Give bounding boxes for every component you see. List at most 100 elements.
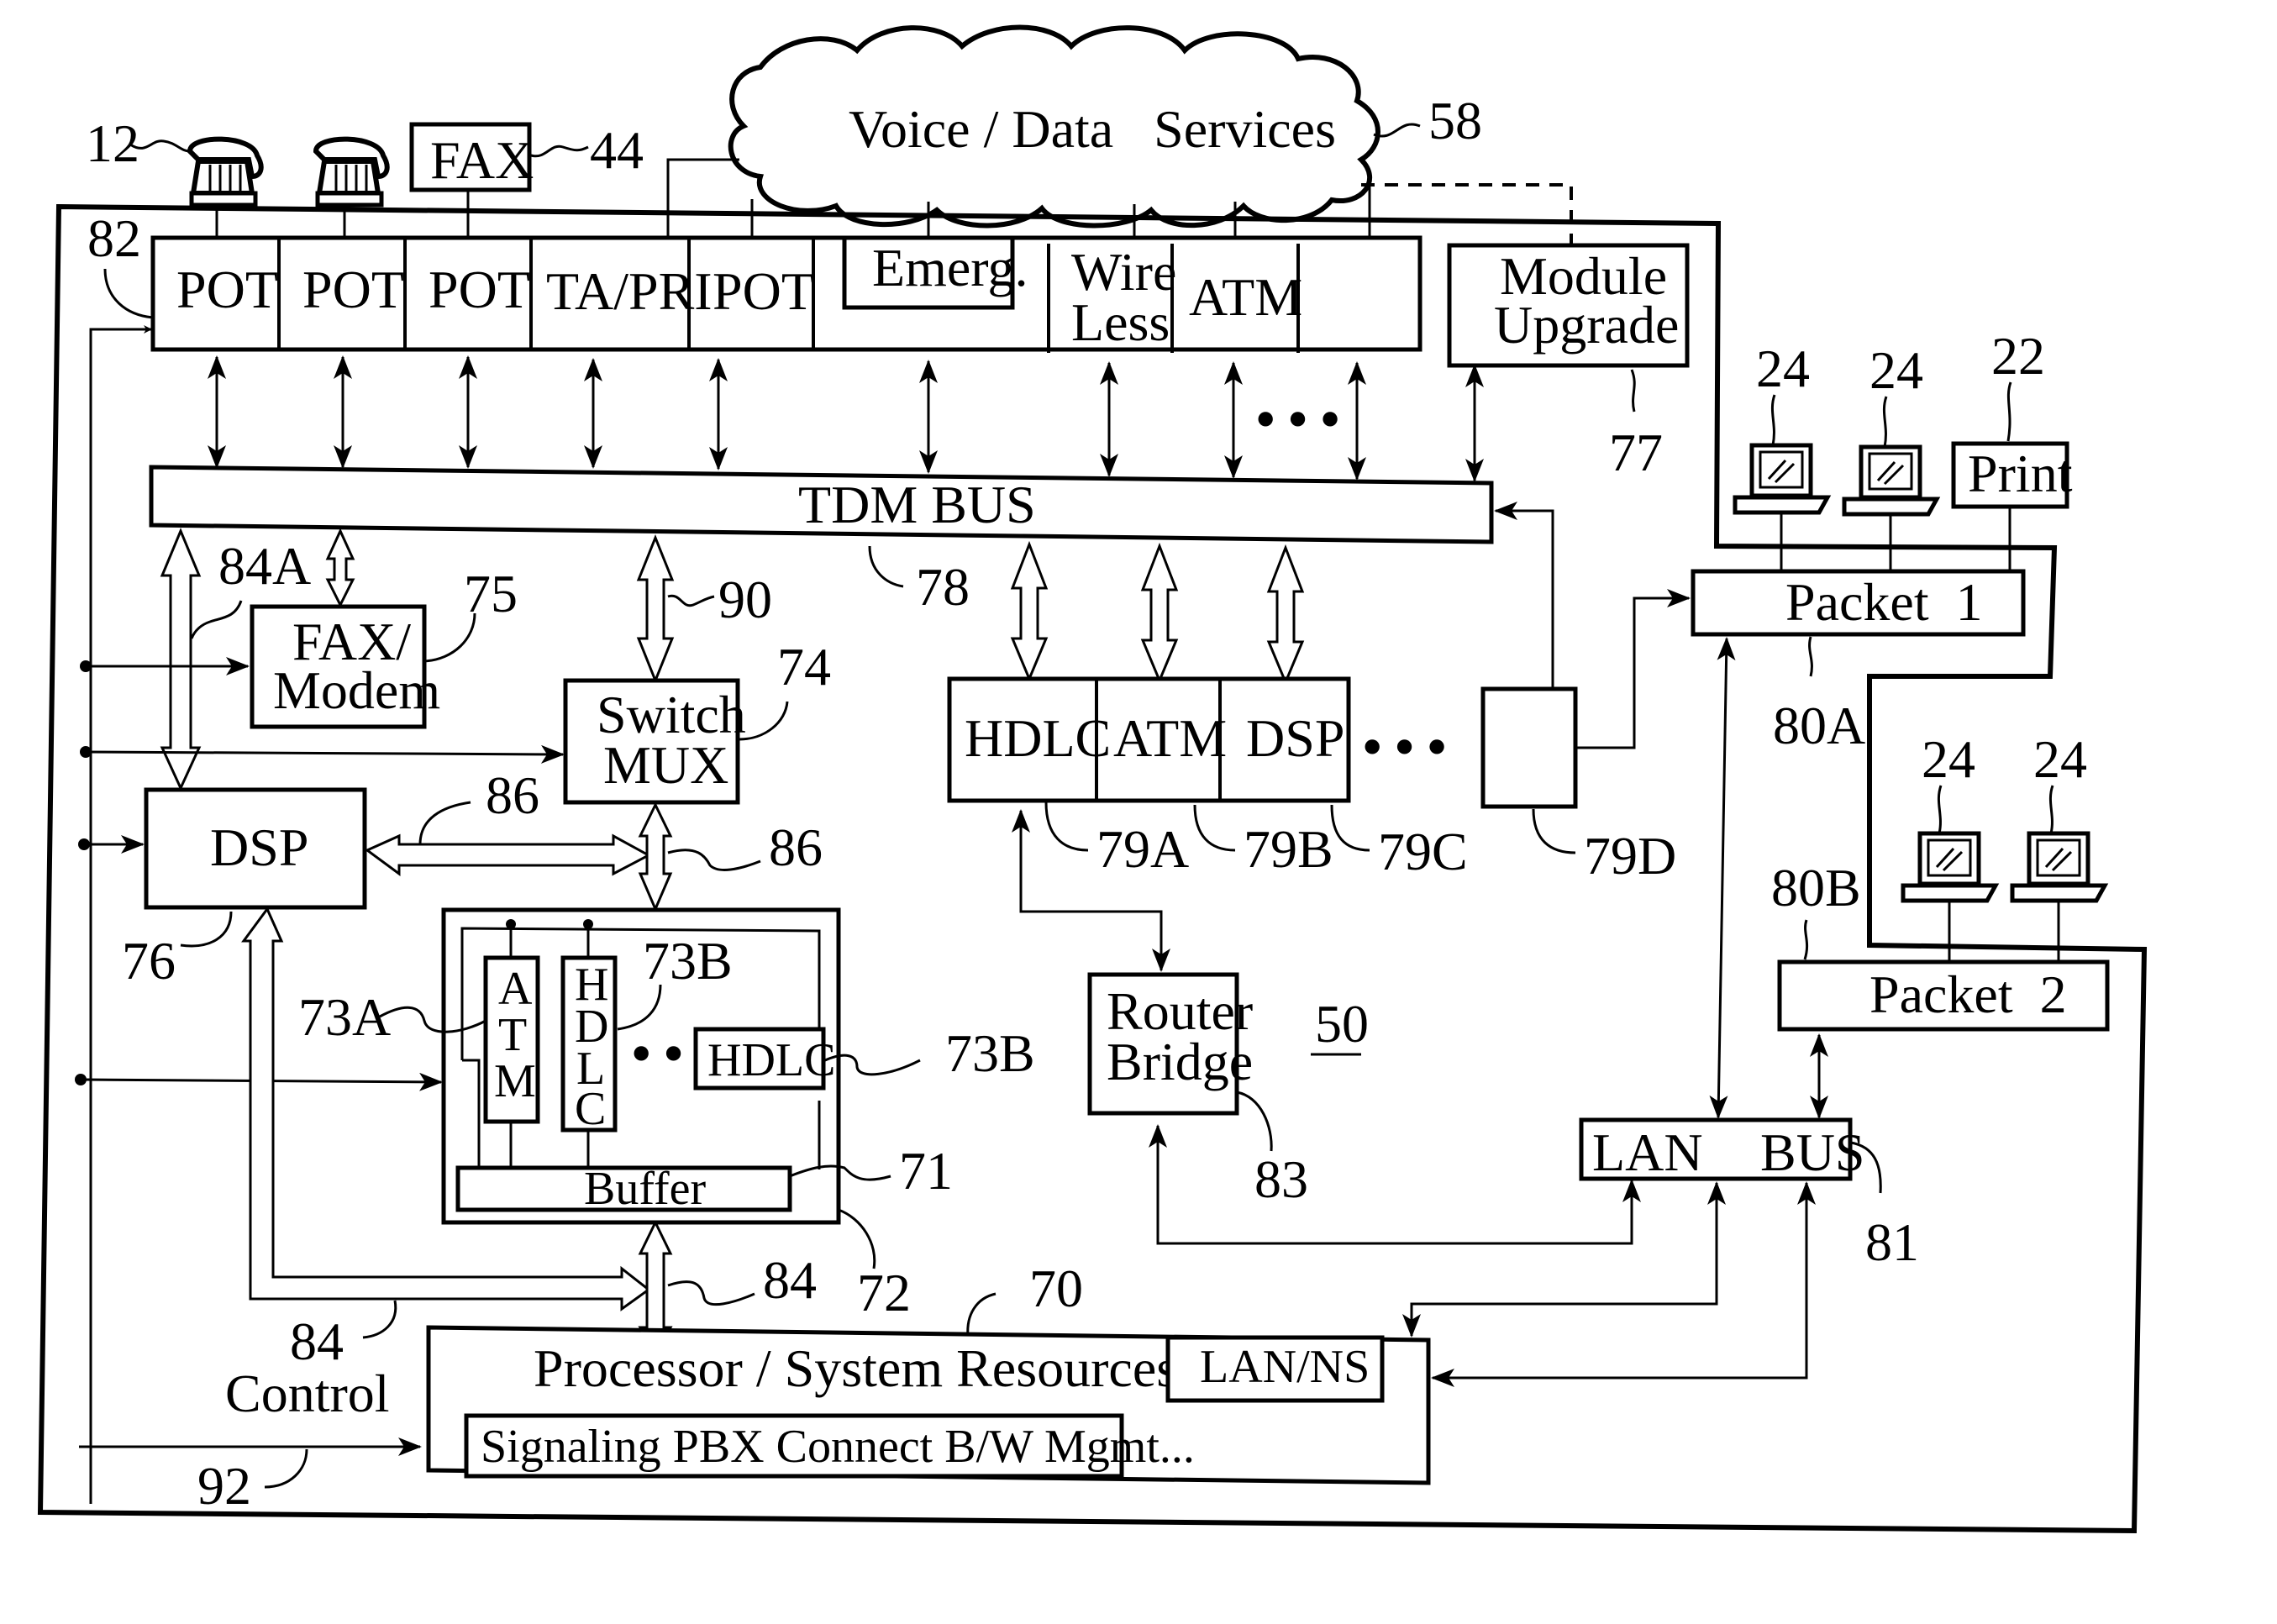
lan-to-packet1: [1709, 637, 1736, 1119]
svg-text:Print: Print: [1968, 444, 2073, 503]
ref-74-leader: [739, 701, 789, 741]
ref-80b-leader: [1803, 919, 1809, 960]
svg-text:LAN/NS: LAN/NS: [1200, 1341, 1370, 1393]
signaling-pbx-module[interactable]: Signaling PBX Connect B/W Mgmt...: [464, 1413, 1195, 1479]
router-to-lan: [1149, 1124, 1641, 1245]
telephone-icon: [313, 136, 390, 208]
ref-24-leader: [2048, 785, 2054, 834]
module-79d[interactable]: [1480, 686, 1578, 809]
bus-to-processor: [1431, 1181, 1816, 1387]
lan-bus[interactable]: LAN BUS: [1579, 1117, 1865, 1182]
fax-label: FAX: [430, 130, 534, 190]
svg-text:Modem: Modem: [273, 660, 440, 720]
module-pot-3[interactable]: POT: [429, 260, 530, 319]
buffer[interactable]: Buffer: [455, 1163, 792, 1215]
ref-73b-1: 73B: [643, 931, 733, 991]
lan-ns-module[interactable]: LAN/NS: [1165, 1335, 1385, 1403]
svg-text:C: C: [575, 1083, 606, 1135]
cloud-label: Voice / Data Services: [849, 99, 1336, 159]
module-empty-slot[interactable]: [1302, 245, 1416, 346]
ref-79c-leader: [1330, 804, 1370, 852]
ref-58: 58: [1428, 91, 1482, 150]
ref-90: 90: [718, 570, 772, 629]
ref-24: 24: [2033, 729, 2087, 789]
module-dsp-79c[interactable]: DSP: [1246, 708, 1344, 768]
tdm-bus: TDM BUS: [149, 465, 1494, 544]
ref-24: 24: [1756, 339, 1810, 398]
dsp-block[interactable]: DSP: [144, 787, 367, 910]
hdlc-box-module[interactable]: HDLC: [693, 1027, 835, 1091]
switch-mux[interactable]: Switch MUX: [563, 678, 746, 805]
module-atm[interactable]: ATM: [1189, 267, 1302, 327]
module-pot-4[interactable]: POT: [713, 261, 814, 321]
module-atm-79b[interactable]: ATM: [1113, 708, 1227, 768]
ref-77: 77: [1609, 423, 1663, 482]
fax-modem[interactable]: FAX/ Modem: [250, 604, 440, 729]
control-to-modules: [89, 325, 152, 1504]
printer[interactable]: Print: [1951, 441, 2073, 509]
module-pot-2[interactable]: POT: [302, 260, 404, 319]
ref-24: 24: [1922, 729, 1975, 789]
ref-92: 92: [197, 1456, 251, 1516]
ref-90-leader: [667, 594, 715, 607]
ref-84c: 84: [290, 1311, 344, 1371]
ref-44-leader: [530, 145, 589, 158]
svg-text:T: T: [498, 1009, 527, 1061]
atm-cell-module[interactable]: A T M: [483, 955, 540, 1124]
packet-2[interactable]: Packet 2: [1777, 959, 2110, 1032]
svg-text:LAN: LAN: [1592, 1122, 1703, 1182]
module-ta-pri[interactable]: TA/PRI: [546, 261, 713, 321]
ref-79c: 79C: [1378, 822, 1468, 881]
ref-86b-leader: [667, 849, 761, 871]
ref-79d-leader: [1532, 808, 1576, 854]
cell-dots: • •: [632, 1023, 683, 1083]
ref-79b: 79B: [1244, 819, 1333, 879]
ref-80a-leader: [1808, 636, 1813, 677]
svg-text:BUS: BUS: [1760, 1122, 1865, 1182]
ref-92-leader: [264, 1448, 308, 1489]
svg-text:Bridge: Bridge: [1107, 1032, 1253, 1091]
ref-77-leader: [1630, 369, 1636, 413]
svg-text:POT: POT: [713, 261, 814, 321]
ref-83: 83: [1254, 1149, 1308, 1209]
ref-24-leader: [1770, 394, 1776, 446]
ref-83-leader: [1236, 1091, 1273, 1152]
ref-86a-leader: [418, 801, 471, 845]
ref-44: 44: [590, 120, 644, 180]
tdm-to-dsp-fat-arrow: [1266, 544, 1305, 686]
svg-text:A: A: [498, 963, 533, 1015]
telecom-system-diagram: Voice / Data Services 58 12 FAX 44 82 PO…: [37, 24, 2148, 1534]
ref-79b-leader: [1193, 804, 1236, 852]
module-upgrade[interactable]: Module Upgrade: [1447, 243, 1690, 368]
ref-78: 78: [916, 557, 970, 617]
workstation-icon: [1901, 831, 2000, 962]
ref-75: 75: [464, 564, 518, 623]
ref-71: 71: [899, 1141, 953, 1201]
svg-text:Packet 2: Packet 2: [1869, 964, 2067, 1024]
voice-data-services-cloud: Voice / Data Services: [728, 24, 1380, 229]
bus-86-horizontal: [365, 833, 652, 876]
ref-24: 24: [1869, 340, 1923, 400]
ref-22-leader: [2006, 381, 2012, 442]
module-wireless[interactable]: Wire Less: [1071, 242, 1176, 352]
router-bridge[interactable]: Router Bridge: [1087, 972, 1253, 1116]
svg-text:ATM: ATM: [1113, 708, 1227, 768]
packet-1[interactable]: Packet 1: [1691, 569, 2026, 637]
svg-text:MUX: MUX: [603, 735, 728, 795]
workstation-icon: [2010, 831, 2109, 962]
module-emergency[interactable]: Emerg.: [872, 238, 1028, 297]
ref-72: 72: [857, 1263, 911, 1322]
ref-84c-leader: [362, 1300, 397, 1339]
ref-84a: 84A: [218, 536, 311, 596]
ref-81: 81: [1865, 1212, 1919, 1272]
svg-text:Signaling PBX Connect B/W Mgmt: Signaling PBX Connect B/W Mgmt...: [481, 1421, 1195, 1473]
hdlc-vertical-module[interactable]: H D L C: [560, 955, 618, 1135]
ref-86a: 86: [486, 765, 539, 825]
svg-text:M: M: [494, 1055, 536, 1107]
ref-58-leader: [1373, 123, 1421, 138]
ref-72-leader: [838, 1208, 876, 1269]
module-pot-1[interactable]: POT: [176, 260, 278, 319]
ref-80a: 80A: [1773, 696, 1865, 755]
module-hdlc-79a[interactable]: HDLC: [965, 708, 1111, 768]
ref-86b: 86: [769, 817, 823, 877]
